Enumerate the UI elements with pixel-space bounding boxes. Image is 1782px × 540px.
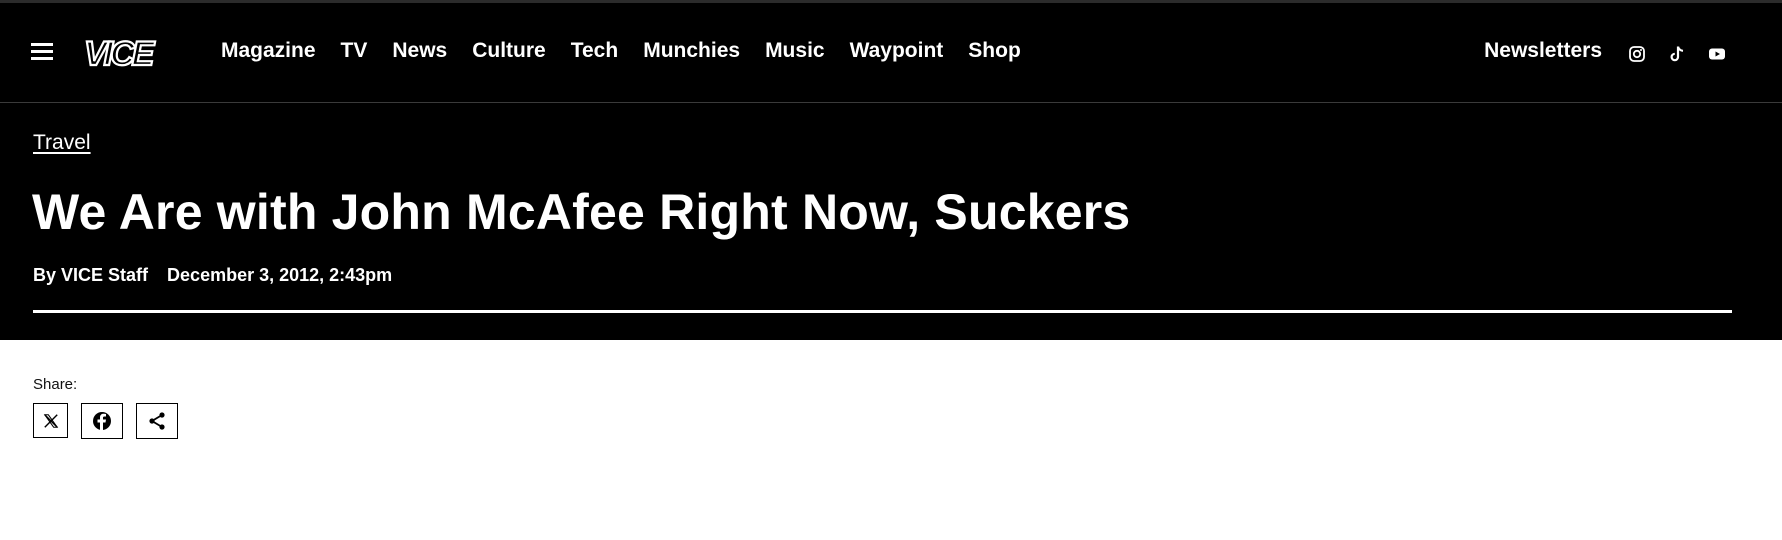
menu-icon[interactable] bbox=[31, 43, 53, 61]
share-x-button[interactable] bbox=[33, 403, 68, 438]
instagram-icon[interactable] bbox=[1628, 45, 1646, 63]
facebook-icon bbox=[93, 412, 111, 431]
main-nav: Magazine TV News Culture Tech Munchies M… bbox=[221, 39, 1046, 63]
share-label: Share: bbox=[33, 376, 78, 393]
nav-tech[interactable]: Tech bbox=[571, 39, 618, 63]
divider bbox=[33, 310, 1732, 313]
share-generic-button[interactable] bbox=[136, 403, 178, 439]
logo-text: VICE bbox=[84, 36, 156, 70]
newsletters-link[interactable]: Newsletters bbox=[1484, 39, 1602, 63]
share-section: Share: bbox=[33, 376, 178, 439]
author-link[interactable]: By VICE Staff bbox=[33, 265, 148, 285]
vice-logo[interactable]: VICE bbox=[82, 36, 180, 70]
byline: By VICE Staff December 3, 2012, 2:43pm bbox=[33, 265, 392, 286]
site-header: VICE Magazine TV News Culture Tech Munch… bbox=[0, 0, 1782, 103]
nav-shop[interactable]: Shop bbox=[968, 39, 1021, 63]
share-icon bbox=[149, 412, 165, 430]
share-buttons bbox=[33, 403, 178, 439]
publish-date: December 3, 2012, 2:43pm bbox=[167, 265, 393, 285]
tiktok-icon[interactable] bbox=[1668, 45, 1686, 63]
nav-munchies[interactable]: Munchies bbox=[643, 39, 740, 63]
share-facebook-button[interactable] bbox=[81, 403, 123, 439]
article-header: Travel We Are with John McAfee Right Now… bbox=[0, 103, 1782, 340]
nav-magazine[interactable]: Magazine bbox=[221, 39, 316, 63]
youtube-icon[interactable] bbox=[1708, 45, 1726, 63]
category-link[interactable]: Travel bbox=[33, 131, 91, 155]
nav-tv[interactable]: TV bbox=[341, 39, 368, 63]
nav-news[interactable]: News bbox=[392, 39, 447, 63]
nav-waypoint[interactable]: Waypoint bbox=[850, 39, 944, 63]
social-links bbox=[1628, 45, 1726, 63]
nav-culture[interactable]: Culture bbox=[472, 39, 546, 63]
nav-music[interactable]: Music bbox=[765, 39, 825, 63]
x-icon bbox=[43, 413, 58, 428]
article-title: We Are with John McAfee Right Now, Sucke… bbox=[32, 184, 1131, 240]
